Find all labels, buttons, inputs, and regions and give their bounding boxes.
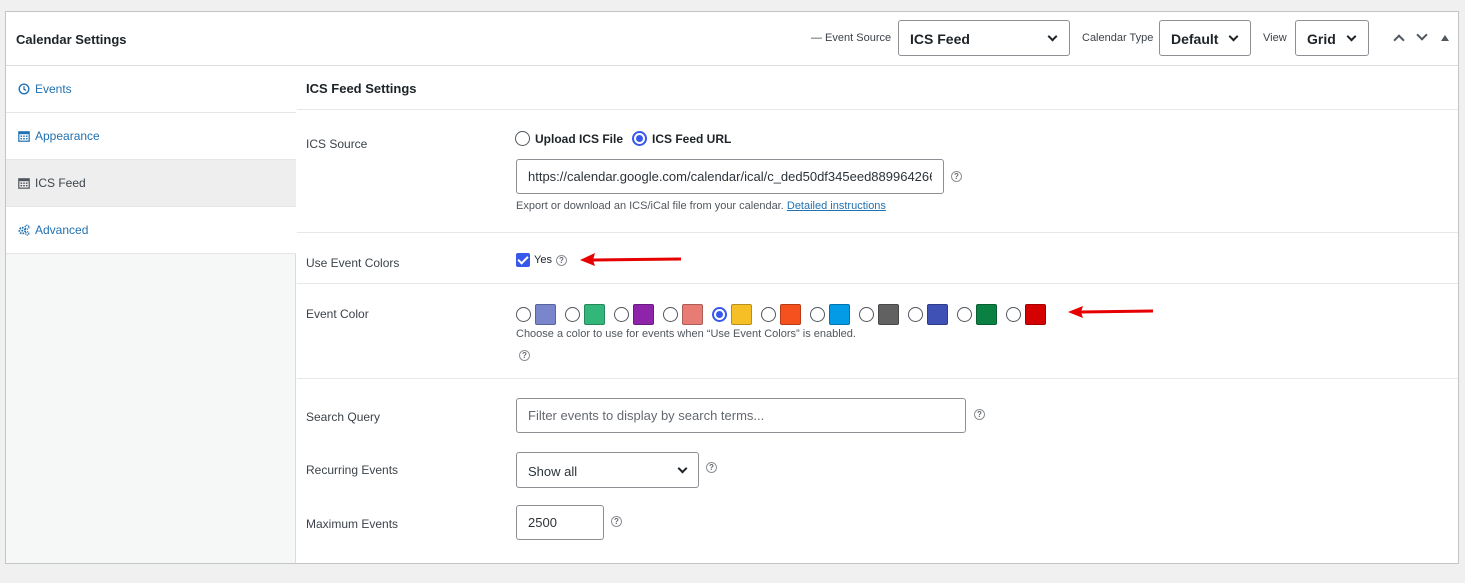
maximum-events-input[interactable] [516,505,604,540]
event-color-swatch[interactable] [682,304,703,325]
move-up-button[interactable] [1391,30,1407,46]
event-color-description: Choose a color to use for events when “U… [516,328,856,340]
ics-feed-url-input[interactable] [516,159,944,194]
use-event-colors-yes-label[interactable]: Yes [534,254,552,266]
view-select[interactable]: Grid [1295,20,1369,56]
triangle-up-icon [1441,35,1449,41]
ics-source-description: Export or download an ICS/iCal file from… [516,200,886,212]
gears-icon [18,224,30,236]
recurring-events-label: Recurring Events [306,463,399,477]
help-icon[interactable]: ? [706,462,717,473]
collapse-panel-button[interactable] [1438,30,1454,46]
event-color-swatch[interactable] [731,304,752,325]
sidebar-tab-label: ICS Feed [35,176,86,190]
event-color-radio[interactable] [810,307,825,322]
event-color-radio[interactable] [908,307,923,322]
chevron-down-icon [677,463,688,474]
move-down-button[interactable] [1414,29,1430,46]
use-event-colors-label: Use Event Colors [306,256,400,270]
search-query-input[interactable] [516,398,966,433]
section-title: ICS Feed Settings [306,81,417,96]
annotation-arrow-icon [580,253,682,266]
ics-feed-url-radio[interactable] [632,131,647,146]
sidebar-tab-advanced[interactable]: Advanced [6,207,296,254]
panel-header: Calendar Settings — Event Source ICS Fee… [6,12,1458,66]
event-color-swatch[interactable] [927,304,948,325]
help-icon[interactable]: ? [951,171,962,182]
event-color-radio[interactable] [1006,307,1021,322]
settings-sidebar: Events Appearance ICS Feed Advanced [6,66,296,563]
sidebar-tab-events[interactable]: Events [6,66,296,113]
recurring-events-value: Show all [528,464,578,479]
event-color-radio[interactable] [859,307,874,322]
event-source-label: — Event Source [811,32,892,44]
sidebar-tab-label: Events [35,82,72,96]
chevron-up-icon [1393,34,1405,46]
detailed-instructions-link[interactable]: Detailed instructions [787,200,886,212]
divider [297,109,1458,110]
calendar-type-label: Calendar Type [1082,32,1154,44]
event-color-radio[interactable] [761,307,776,322]
chevron-down-icon [1346,31,1357,42]
ics-feed-settings: ICS Feed Settings ICS Source Upload ICS … [297,66,1458,563]
view-label: View [1263,32,1287,44]
event-color-radio[interactable] [712,307,727,322]
chevron-down-icon [1228,31,1239,42]
sidebar-tab-label: Appearance [35,129,100,143]
help-icon[interactable]: ? [611,516,622,527]
calendar-settings-panel: Calendar Settings — Event Source ICS Fee… [5,11,1459,564]
calendar-icon [18,131,30,142]
event-color-radio[interactable] [663,307,678,322]
event-color-swatch[interactable] [829,304,850,325]
event-color-swatch[interactable] [976,304,997,325]
event-color-swatch[interactable] [535,304,556,325]
event-color-radio[interactable] [957,307,972,322]
panel-title: Calendar Settings [16,32,127,47]
event-color-swatch[interactable] [633,304,654,325]
chevron-down-icon [1416,29,1428,41]
clock-icon [18,83,30,95]
event-color-radio[interactable] [565,307,580,322]
upload-ics-file-label[interactable]: Upload ICS File [535,132,623,146]
sidebar-tab-label: Advanced [35,223,89,237]
calendar-icon [18,178,30,189]
divider [297,378,1458,379]
help-icon[interactable]: ? [556,255,567,266]
divider [297,232,1458,233]
sidebar-tab-ics-feed[interactable]: ICS Feed [6,160,296,207]
maximum-events-label: Maximum Events [306,517,399,531]
sidebar-tab-appearance[interactable]: Appearance [6,113,296,160]
ics-source-label: ICS Source [306,137,368,151]
use-event-colors-checkbox[interactable] [516,253,530,267]
calendar-type-value: Default [1171,31,1219,47]
ics-feed-url-label[interactable]: ICS Feed URL [652,132,731,146]
event-color-swatches [297,283,1097,333]
upload-ics-file-radio[interactable] [515,131,530,146]
help-icon[interactable]: ? [519,350,530,361]
annotation-arrow-icon [1068,306,1154,318]
event-color-swatch[interactable] [584,304,605,325]
event-source-select[interactable]: ICS Feed [898,20,1070,56]
event-color-swatch[interactable] [1025,304,1046,325]
calendar-type-select[interactable]: Default [1159,20,1251,56]
recurring-events-select[interactable]: Show all [516,452,699,488]
event-color-swatch[interactable] [780,304,801,325]
event-color-radio[interactable] [614,307,629,322]
event-color-radio[interactable] [516,307,531,322]
chevron-down-icon [1047,31,1058,42]
search-query-label: Search Query [306,410,381,424]
view-value: Grid [1307,31,1336,47]
event-source-value: ICS Feed [910,31,970,47]
event-color-swatch[interactable] [878,304,899,325]
help-icon[interactable]: ? [974,409,985,420]
